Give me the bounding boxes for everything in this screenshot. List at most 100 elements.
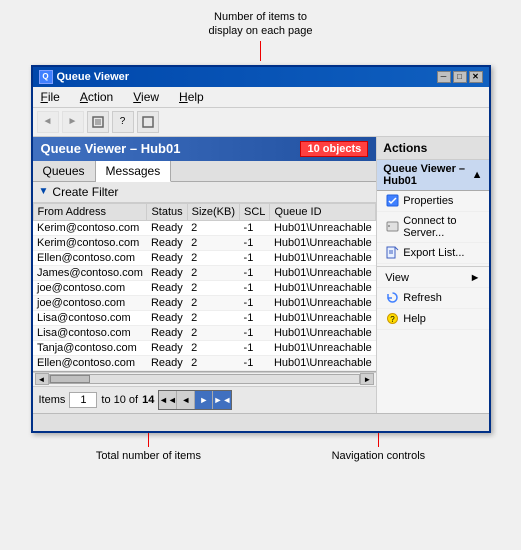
- tab-queues[interactable]: Queues: [33, 161, 96, 181]
- scroll-right-btn[interactable]: ►: [360, 373, 374, 385]
- title-bar-left: Q Queue Viewer: [39, 70, 130, 84]
- nav-anno-label: Navigation controls: [332, 450, 426, 462]
- col-scl[interactable]: SCL: [240, 203, 270, 220]
- cell-6-1: Ready: [147, 310, 187, 325]
- cell-7-2: 2: [187, 325, 239, 340]
- action-connect[interactable]: Connect to Server...: [377, 212, 488, 243]
- pane-header: Queue Viewer – Hub01 10 objects: [33, 137, 377, 161]
- cell-2-3: -1: [240, 250, 270, 265]
- scrollbar-track[interactable]: [49, 374, 361, 384]
- next-page-btn[interactable]: ►: [195, 391, 213, 409]
- table-row[interactable]: James@contoso.comReady2-1Hub01\Unreachab…: [33, 265, 376, 280]
- table-row[interactable]: Kerim@contoso.comReady2-1Hub01\Unreachab…: [33, 220, 376, 235]
- table-row[interactable]: Kerim@contoso.comReady2-1Hub01\Unreachab…: [33, 235, 376, 250]
- cell-4-0: joe@contoso.com: [33, 280, 147, 295]
- bottom-anno-row: Total number of items Navigation control…: [31, 433, 491, 462]
- table-row[interactable]: Lisa@contoso.comReady2-1Hub01\Unreachabl…: [33, 325, 376, 340]
- cell-7-1: Ready: [147, 325, 187, 340]
- scrollbar-thumb[interactable]: [50, 375, 90, 383]
- maximize-button[interactable]: □: [453, 71, 467, 83]
- cell-5-1: Ready: [147, 295, 187, 310]
- cell-0-4: Hub01\Unreachable: [270, 220, 376, 235]
- cell-2-2: 2: [187, 250, 239, 265]
- forward-button[interactable]: ►: [62, 111, 84, 133]
- pagination-bar: Items to 10 of 14 ◄◄ ◄ ► ►◄: [33, 386, 377, 413]
- export-icon: [385, 246, 399, 260]
- cell-9-1: Ready: [147, 355, 187, 370]
- page-input[interactable]: [69, 392, 97, 408]
- toolbar: ◄ ► ?: [33, 108, 489, 137]
- annotation-arrow-line: [260, 41, 261, 61]
- table-row[interactable]: Lisa@contoso.comReady2-1Hub01\Unreachabl…: [33, 310, 376, 325]
- cell-0-1: Ready: [147, 220, 187, 235]
- create-filter-label[interactable]: Create Filter: [52, 185, 118, 199]
- prev-page-btn[interactable]: ◄: [177, 391, 195, 409]
- cell-9-4: Hub01\Unreachable: [270, 355, 376, 370]
- menu-file[interactable]: File: [37, 89, 64, 105]
- close-button[interactable]: ✕: [469, 71, 483, 83]
- table-row[interactable]: joe@contoso.comReady2-1Hub01\Unreachable: [33, 280, 376, 295]
- content-area: Queue Viewer – Hub01 10 objects Queues M…: [33, 137, 489, 413]
- cell-8-0: Tanja@contoso.com: [33, 340, 147, 355]
- last-page-btn[interactable]: ►◄: [213, 391, 231, 409]
- collapse-icon[interactable]: ▲: [472, 169, 483, 181]
- cell-4-3: -1: [240, 280, 270, 295]
- menu-action[interactable]: Action: [76, 89, 117, 105]
- cell-3-3: -1: [240, 265, 270, 280]
- title-bar: Q Queue Viewer ─ □ ✕: [33, 67, 489, 87]
- action-help[interactable]: ? Help: [377, 309, 488, 330]
- col-queue[interactable]: Queue ID: [270, 203, 376, 220]
- scroll-left-btn[interactable]: ◄: [35, 373, 49, 385]
- action-properties[interactable]: Properties: [377, 191, 488, 212]
- cell-5-4: Hub01\Unreachable: [270, 295, 376, 310]
- menu-view[interactable]: View: [129, 89, 163, 105]
- table-scroll-area[interactable]: From Address Status Size(KB) SCL Queue I…: [33, 203, 377, 372]
- pane-title: Queue Viewer – Hub01: [41, 141, 181, 156]
- cell-7-4: Hub01\Unreachable: [270, 325, 376, 340]
- cell-7-0: Lisa@contoso.com: [33, 325, 147, 340]
- horizontal-scrollbar[interactable]: ◄ ►: [33, 372, 377, 386]
- items-label: Items: [39, 394, 66, 406]
- col-size[interactable]: Size(KB): [187, 203, 239, 220]
- cell-3-1: Ready: [147, 265, 187, 280]
- cell-6-4: Hub01\Unreachable: [270, 310, 376, 325]
- action-view[interactable]: View ►: [377, 269, 488, 288]
- refresh-toolbar-button[interactable]: [137, 111, 159, 133]
- cell-9-2: 2: [187, 355, 239, 370]
- table-row[interactable]: Tanja@contoso.comReady2-1Hub01\Unreachab…: [33, 340, 376, 355]
- menu-help[interactable]: Help: [175, 89, 208, 105]
- action-refresh[interactable]: Refresh: [377, 288, 488, 309]
- menu-bar: File Action View Help: [33, 87, 489, 108]
- col-from[interactable]: From Address: [33, 203, 147, 220]
- cell-4-1: Ready: [147, 280, 187, 295]
- cell-0-2: 2: [187, 220, 239, 235]
- first-page-btn[interactable]: ◄◄: [159, 391, 177, 409]
- left-pane: Queue Viewer – Hub01 10 objects Queues M…: [33, 137, 378, 413]
- cell-1-0: Kerim@contoso.com: [33, 235, 147, 250]
- total-anno-line: [148, 433, 149, 447]
- minimize-button[interactable]: ─: [437, 71, 451, 83]
- cell-8-4: Hub01\Unreachable: [270, 340, 376, 355]
- total-annotation: Total number of items: [96, 433, 201, 462]
- action-view-label: View: [385, 272, 409, 284]
- cell-6-3: -1: [240, 310, 270, 325]
- cell-3-0: James@contoso.com: [33, 265, 147, 280]
- action-export[interactable]: Export List...: [377, 243, 488, 264]
- col-status[interactable]: Status: [147, 203, 187, 220]
- cell-6-0: Lisa@contoso.com: [33, 310, 147, 325]
- action-export-label: Export List...: [403, 247, 464, 259]
- table-row[interactable]: joe@contoso.comReady2-1Hub01\Unreachable: [33, 295, 376, 310]
- table-row[interactable]: Ellen@contoso.comReady2-1Hub01\Unreachab…: [33, 250, 376, 265]
- tab-messages[interactable]: Messages: [96, 161, 172, 182]
- cell-1-1: Ready: [147, 235, 187, 250]
- help-toolbar-button[interactable]: ?: [112, 111, 134, 133]
- action-refresh-label: Refresh: [403, 292, 442, 304]
- up-button[interactable]: [87, 111, 109, 133]
- actions-section-label: Queue Viewer – Hub01: [383, 163, 471, 187]
- cell-2-1: Ready: [147, 250, 187, 265]
- table-row[interactable]: Ellen@contoso.comReady2-1Hub01\Unreachab…: [33, 355, 376, 370]
- cell-1-3: -1: [240, 235, 270, 250]
- cell-8-1: Ready: [147, 340, 187, 355]
- back-button[interactable]: ◄: [37, 111, 59, 133]
- cell-1-4: Hub01\Unreachable: [270, 235, 376, 250]
